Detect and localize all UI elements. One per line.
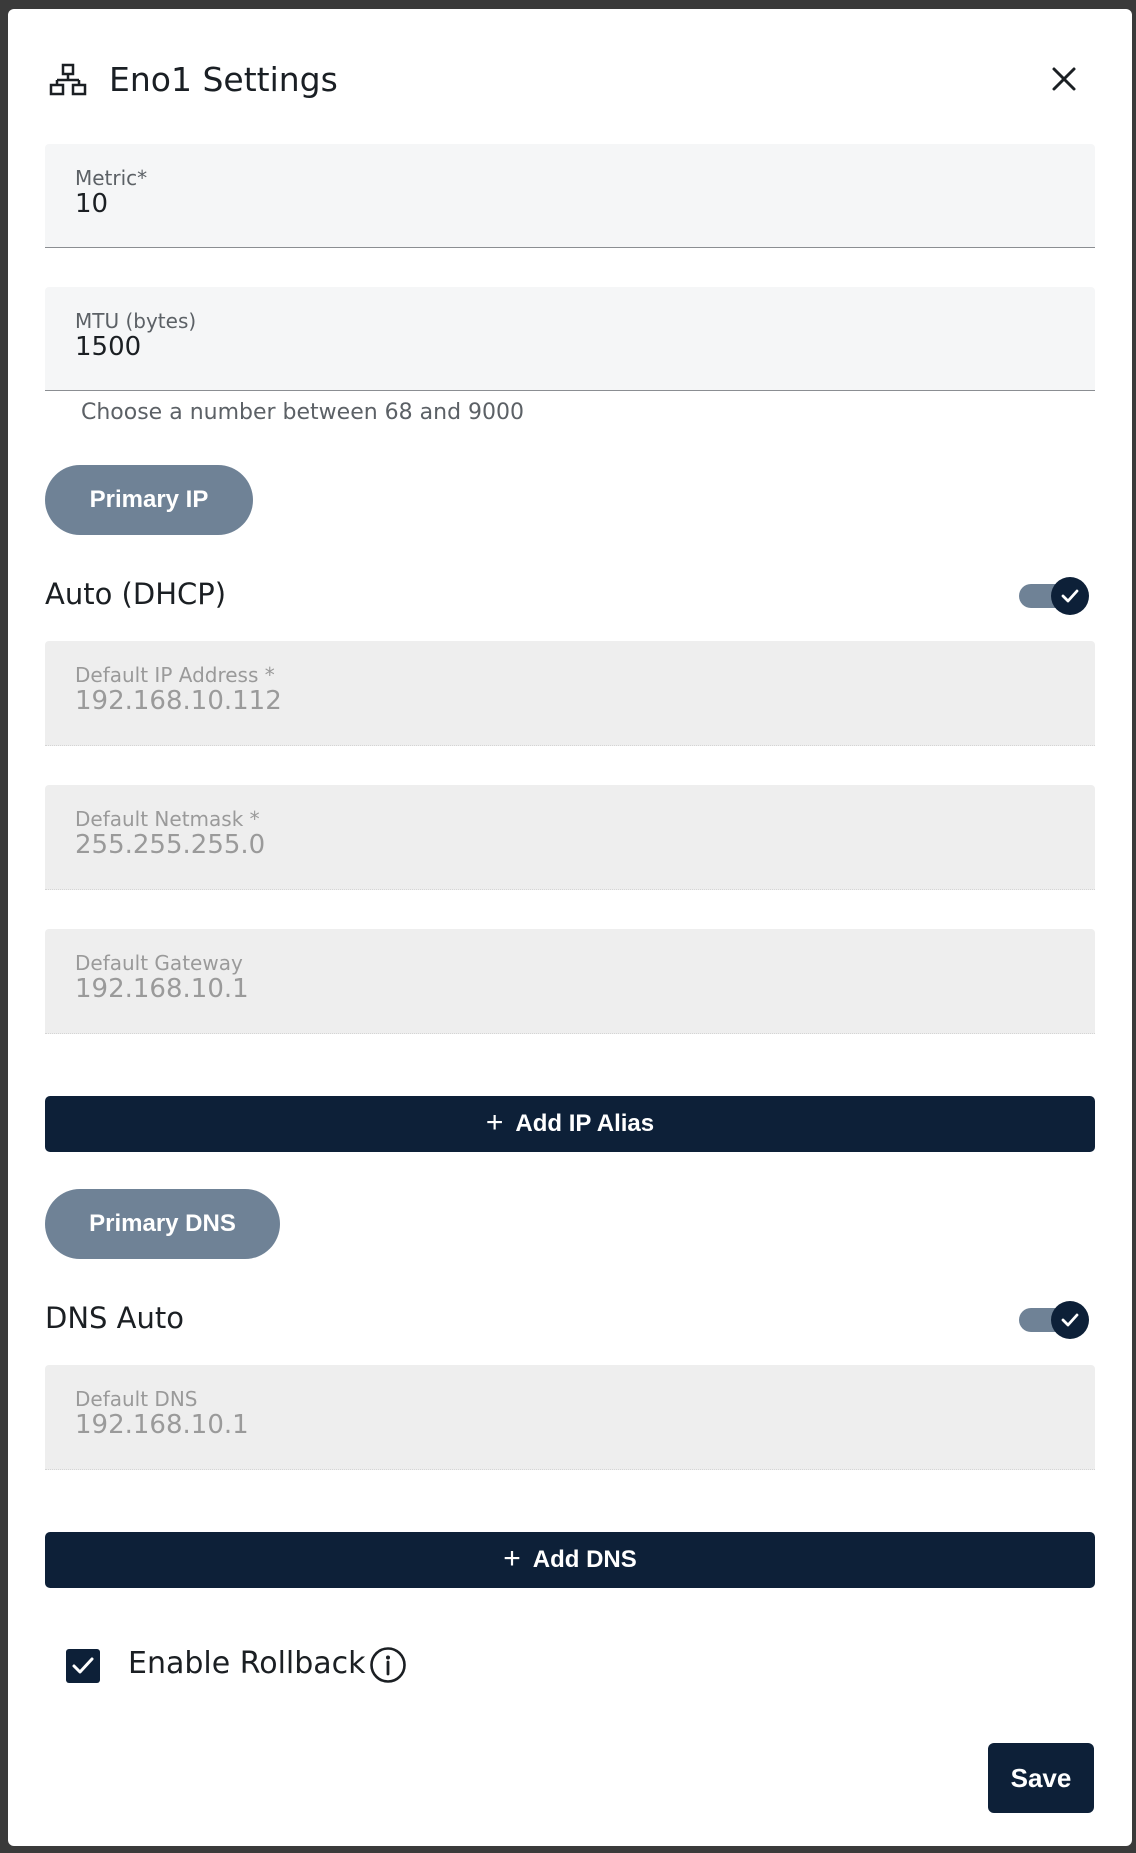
save-button[interactable]: Save xyxy=(988,1743,1094,1813)
netmask-label: Default Netmask * xyxy=(75,807,260,831)
mtu-value: 1500 xyxy=(75,332,142,362)
gateway-label: Default Gateway xyxy=(75,951,243,975)
network-icon xyxy=(48,59,88,99)
info-icon[interactable] xyxy=(368,1645,408,1685)
add-dns-label: Add DNS xyxy=(532,1546,637,1573)
dns-auto-switch-label: DNS Auto xyxy=(45,1301,184,1335)
dhcp-switch[interactable] xyxy=(1015,577,1089,615)
close-button[interactable] xyxy=(1044,59,1084,99)
dhcp-switch-label: Auto (DHCP) xyxy=(45,577,227,611)
enable-rollback-label: Enable Rollback xyxy=(128,1646,366,1681)
add-ip-alias-button[interactable]: + Add IP Alias xyxy=(45,1096,1095,1152)
metric-field[interactable]: Metric* 10 xyxy=(45,144,1095,248)
gateway-field: Default Gateway 192.168.10.1 xyxy=(45,929,1095,1034)
metric-label: Metric* xyxy=(75,166,148,190)
metric-value: 10 xyxy=(75,189,109,219)
dns-auto-switch[interactable] xyxy=(1015,1301,1089,1339)
dns-label: Default DNS xyxy=(75,1387,198,1411)
gateway-value: 192.168.10.1 xyxy=(75,974,249,1004)
dns-value: 192.168.10.1 xyxy=(75,1410,249,1440)
close-icon xyxy=(1052,67,1076,91)
dns-field: Default DNS 192.168.10.1 xyxy=(45,1365,1095,1470)
primary-dns-button[interactable]: Primary DNS xyxy=(45,1189,280,1259)
switch-thumb xyxy=(1051,577,1089,615)
netmask-field: Default Netmask * 255.255.255.0 xyxy=(45,785,1095,890)
enable-rollback-checkbox[interactable] xyxy=(66,1649,100,1683)
ip-address-value: 192.168.10.112 xyxy=(75,686,282,716)
plus-icon: + xyxy=(485,1105,504,1139)
ip-address-field: Default IP Address * 192.168.10.112 xyxy=(45,641,1095,746)
plus-icon: + xyxy=(503,1541,521,1575)
ip-address-label: Default IP Address * xyxy=(75,663,275,687)
netmask-value: 255.255.255.0 xyxy=(75,830,266,860)
primary-ip-button[interactable]: Primary IP xyxy=(45,465,253,535)
eno1-settings-dialog: Eno1 Settings Metric* 10 MTU (bytes) 150… xyxy=(8,9,1132,1846)
check-icon xyxy=(1061,589,1079,603)
add-ip-alias-label: Add IP Alias xyxy=(515,1110,655,1137)
dialog-title: Eno1 Settings xyxy=(109,60,338,99)
mtu-hint: Choose a number between 68 and 9000 xyxy=(81,400,525,425)
check-icon xyxy=(72,1657,94,1674)
switch-thumb xyxy=(1051,1301,1089,1339)
mtu-field[interactable]: MTU (bytes) 1500 xyxy=(45,287,1095,391)
check-icon xyxy=(1061,1313,1079,1327)
mtu-label: MTU (bytes) xyxy=(75,309,197,333)
add-dns-button[interactable]: + Add DNS xyxy=(45,1532,1095,1588)
